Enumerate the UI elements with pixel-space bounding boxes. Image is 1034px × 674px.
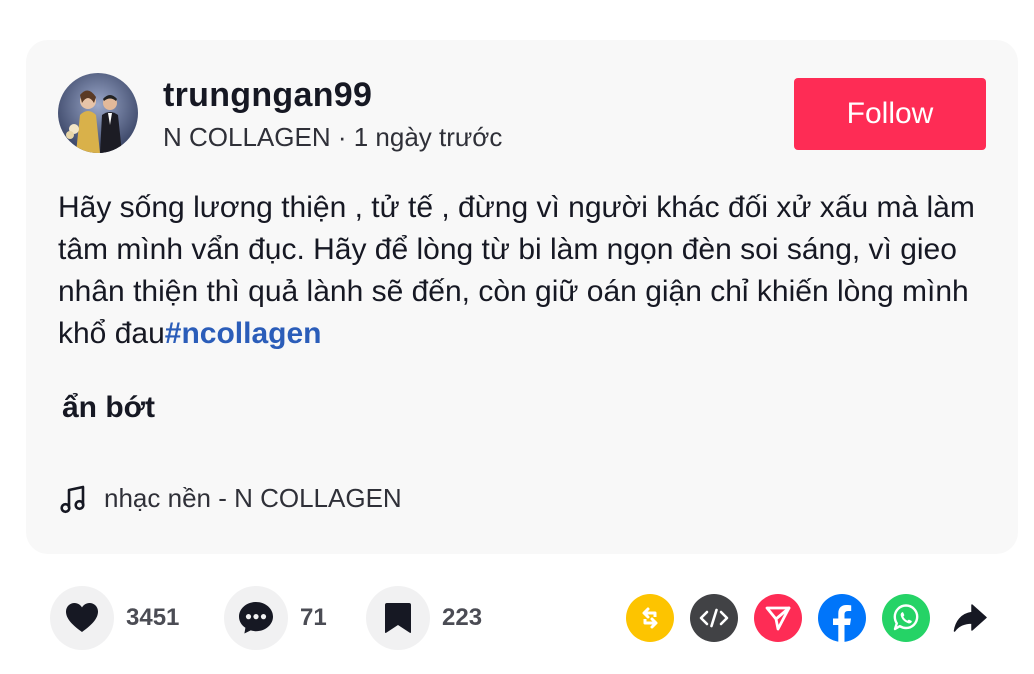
subline-separator: · [330, 122, 354, 152]
author-username[interactable]: trungngan99 [163, 76, 372, 115]
embed-button[interactable] [690, 594, 738, 642]
comment-icon [239, 602, 273, 634]
avatar[interactable] [58, 73, 138, 153]
hashtag-link[interactable]: #ncollagen [165, 317, 322, 350]
post-time: 1 ngày trước [353, 122, 503, 152]
repost-button[interactable] [626, 594, 674, 642]
facebook-share-button[interactable] [818, 594, 866, 642]
share-arrow-icon [953, 604, 987, 632]
save-count: 223 [442, 604, 483, 631]
save-button[interactable] [366, 586, 430, 650]
like-count: 3451 [126, 604, 180, 631]
send-icon [765, 606, 791, 631]
author-subline: N COLLAGEN · 1 ngày trước [163, 122, 502, 153]
like-button[interactable] [50, 586, 114, 650]
comment-count: 71 [300, 604, 327, 631]
post-caption: Hãy sống lương thiện , tử tế , đừng vì n… [58, 187, 998, 355]
author-display-name[interactable]: N COLLAGEN [163, 122, 331, 152]
music-note-icon [60, 485, 85, 513]
bookmark-icon [385, 603, 411, 633]
see-less-button[interactable]: ẩn bớt [62, 391, 155, 425]
heart-icon [66, 603, 98, 632]
follow-button[interactable]: Follow [794, 78, 986, 150]
facebook-icon [833, 605, 852, 642]
comment-action: 71 [224, 586, 327, 650]
embed-icon [699, 608, 729, 628]
save-action: 223 [366, 586, 482, 650]
more-share-button[interactable] [946, 594, 994, 642]
music-link[interactable]: nhạc nền - N COLLAGEN [60, 483, 402, 514]
whatsapp-share-button[interactable] [882, 594, 930, 642]
repost-icon [642, 607, 658, 629]
send-button[interactable] [754, 594, 802, 642]
like-action: 3451 [50, 586, 179, 650]
comment-button[interactable] [224, 586, 288, 650]
whatsapp-icon [893, 604, 919, 631]
music-label: nhạc nền - N COLLAGEN [104, 483, 402, 513]
